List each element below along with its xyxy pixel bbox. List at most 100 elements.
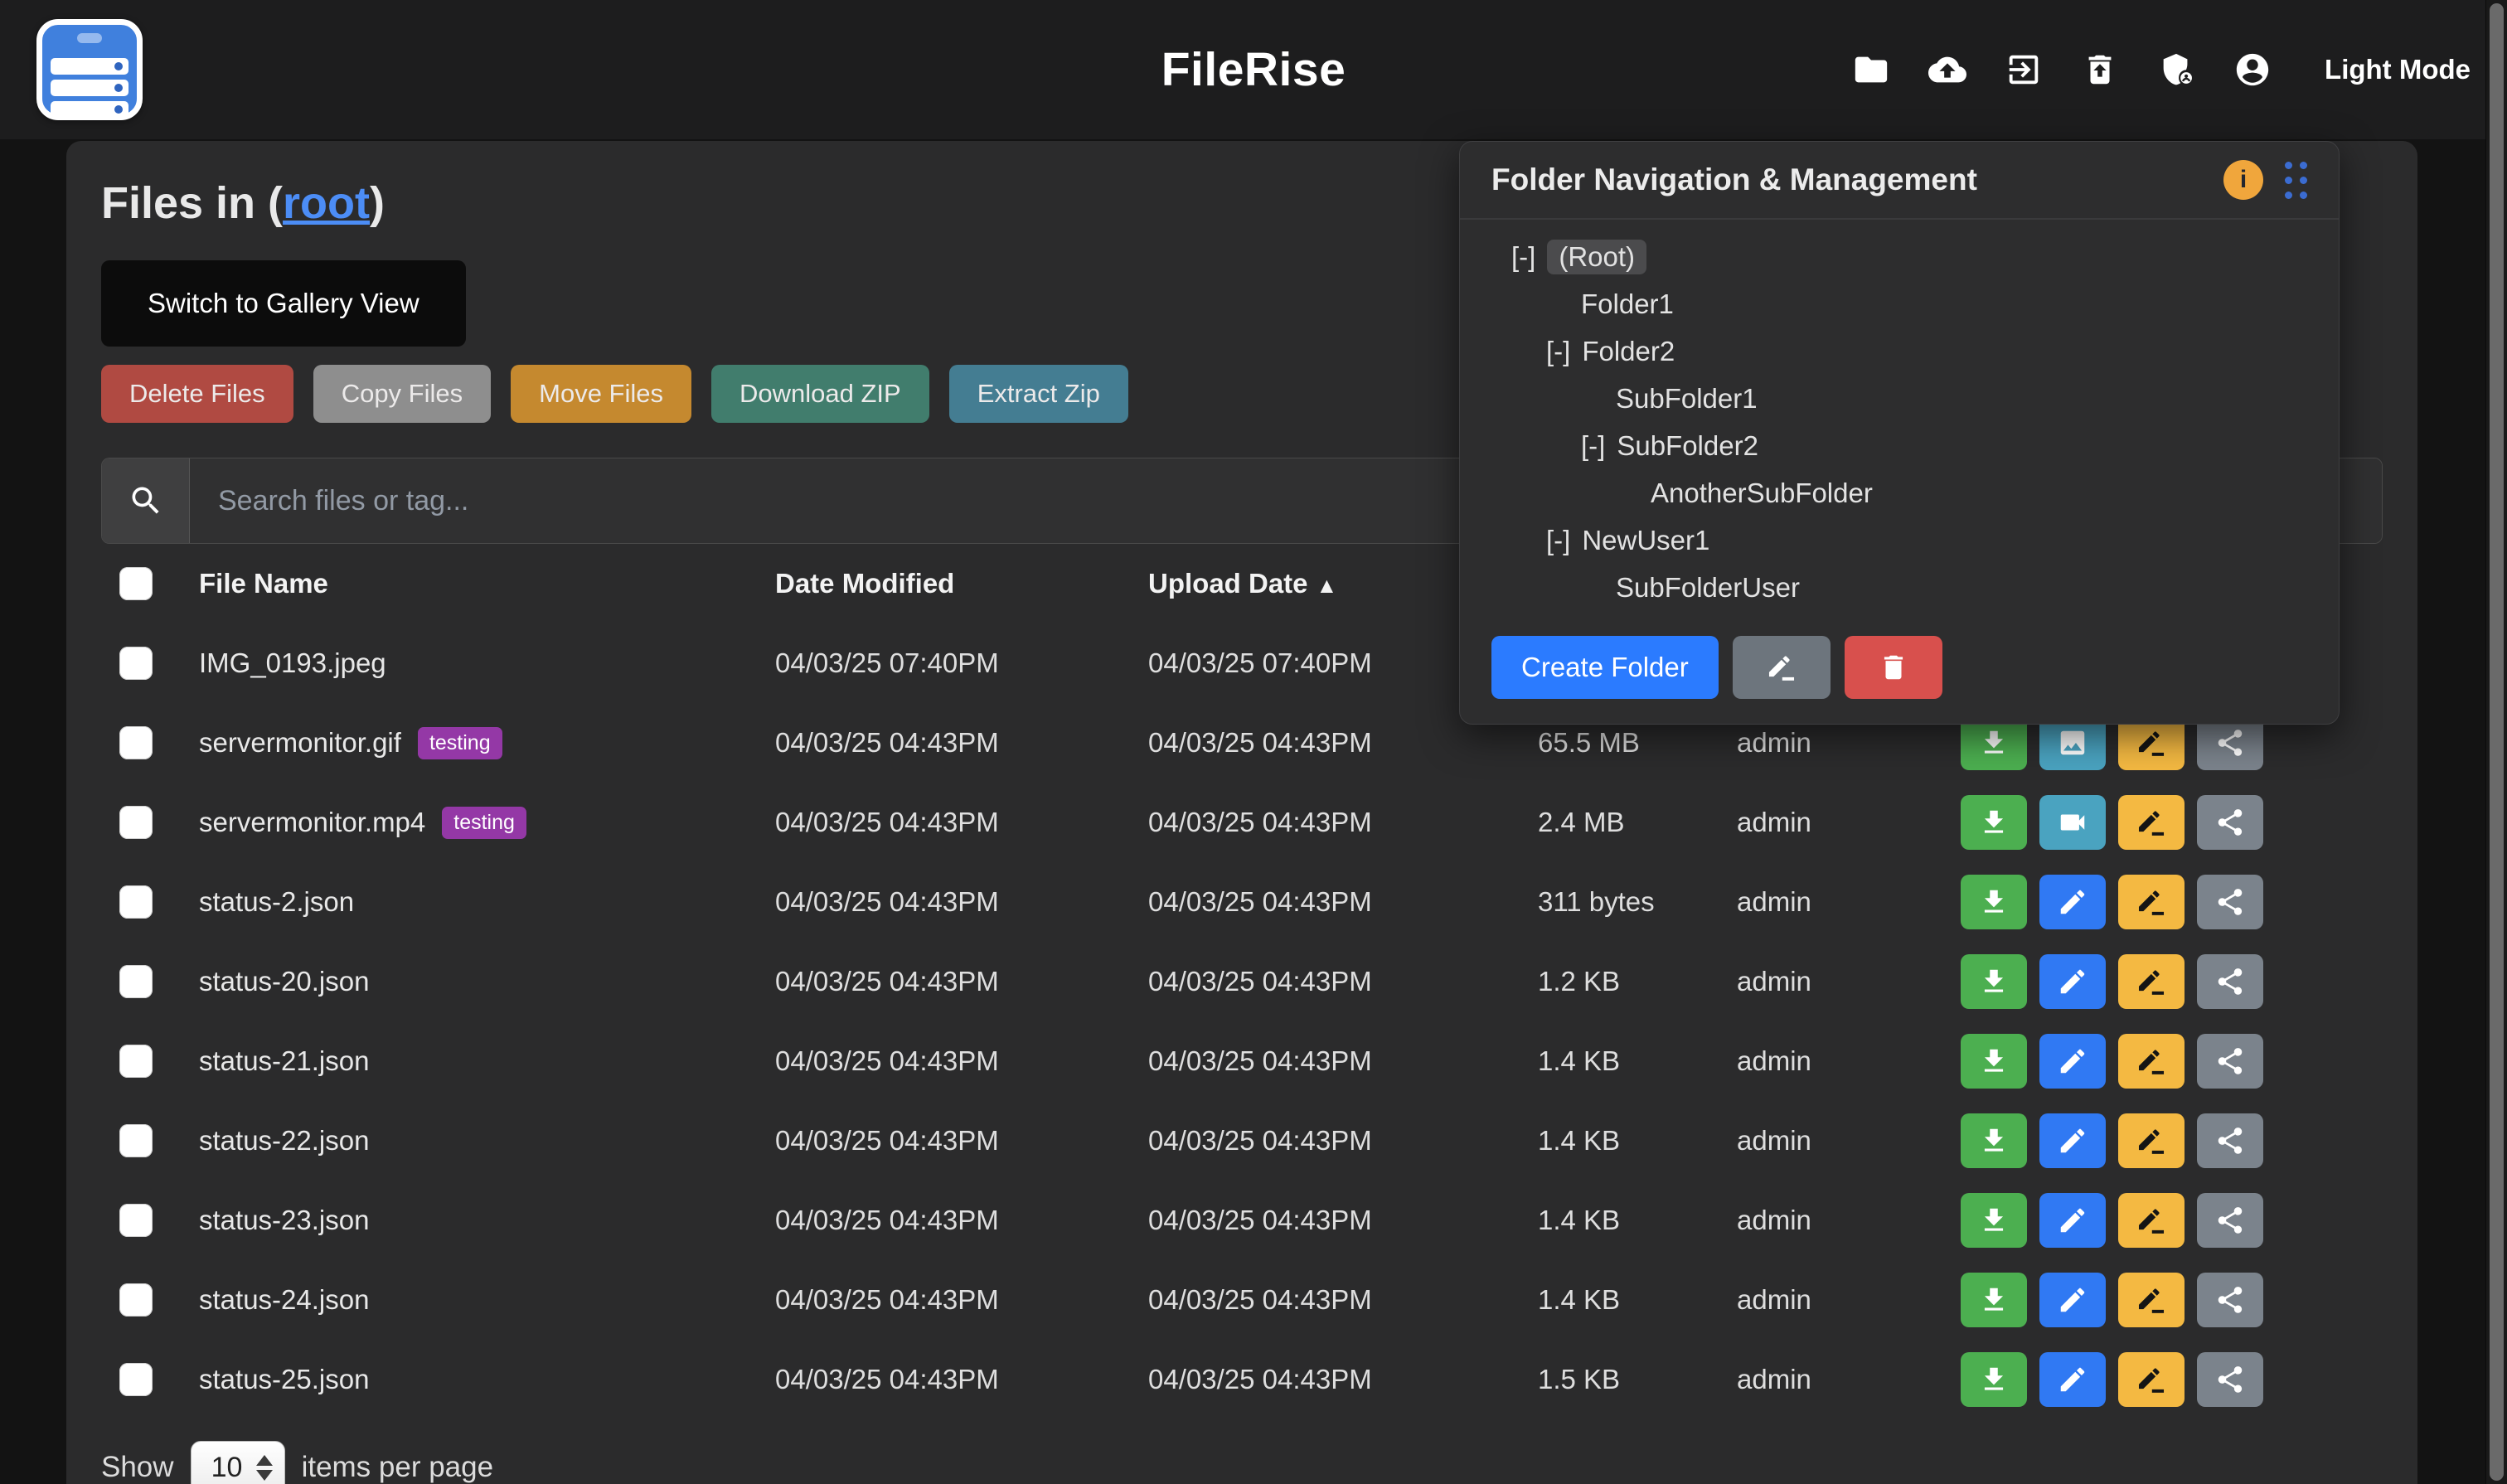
file-row: status-20.json04/03/25 04:43PM04/03/25 0… (101, 942, 2383, 1021)
tree-item-folder2[interactable]: [-]Folder2 (1486, 327, 2339, 375)
download-button[interactable] (1961, 1352, 2027, 1407)
row-checkbox[interactable] (119, 1124, 153, 1157)
delete-folder-button[interactable] (1845, 636, 1942, 699)
switch-gallery-view-button[interactable]: Switch to Gallery View (101, 260, 466, 347)
info-icon[interactable]: i (2223, 160, 2263, 200)
download-button[interactable] (1961, 1193, 2027, 1248)
upload-date-cell: 04/03/25 04:43PM (1148, 886, 1538, 918)
theme-toggle[interactable]: Light Mode (2325, 54, 2471, 85)
tree-item-subfolder2[interactable]: [-]SubFolder2 (1486, 422, 2339, 469)
file-name: IMG_0193.jpeg (199, 647, 386, 679)
create-folder-button[interactable]: Create Folder (1491, 636, 1719, 699)
row-checkbox[interactable] (119, 1204, 153, 1237)
copy-files-button[interactable]: Copy Files (313, 365, 491, 423)
select-all-checkbox[interactable] (119, 567, 153, 600)
app-logo-icon[interactable] (36, 19, 143, 120)
row-checkbox[interactable] (119, 647, 153, 680)
top-bar: FileRise Light Mode (0, 0, 2507, 139)
share-button[interactable] (2197, 1352, 2263, 1407)
tree-item-subfolderuser[interactable]: SubFolderUser (1486, 564, 2339, 611)
col-header-date-modified[interactable]: Date Modified (775, 568, 1148, 599)
date-modified-cell: 04/03/25 04:43PM (775, 966, 1148, 997)
drag-handle-icon[interactable] (2285, 162, 2307, 199)
file-size-cell: 311 bytes (1538, 886, 1737, 918)
tree-item-label: SubFolder1 (1616, 383, 1758, 415)
upload-date-cell: 04/03/25 04:43PM (1148, 1045, 1538, 1077)
row-checkbox[interactable] (119, 1363, 153, 1396)
rename-button[interactable] (2118, 875, 2185, 929)
row-checkbox[interactable] (119, 1045, 153, 1078)
items-per-page-select[interactable]: 10 (191, 1441, 285, 1484)
account-icon[interactable] (2233, 51, 2272, 89)
tree-collapse-icon[interactable]: [-] (1546, 525, 1570, 556)
rename-folder-button[interactable] (1733, 636, 1831, 699)
share-button[interactable] (2197, 954, 2263, 1009)
download-button[interactable] (1961, 1113, 2027, 1168)
edit-button[interactable] (2039, 954, 2106, 1009)
extract-zip-button[interactable]: Extract Zip (949, 365, 1128, 423)
select-stepper-icon (256, 1455, 273, 1481)
rename-button[interactable] (2118, 1193, 2185, 1248)
restore-trash-icon[interactable] (2081, 51, 2119, 89)
share-button[interactable] (2197, 1273, 2263, 1327)
tree-collapse-icon[interactable]: [-] (1546, 336, 1570, 367)
row-checkbox[interactable] (119, 726, 153, 759)
folder-icon[interactable] (1852, 51, 1890, 89)
download-button[interactable] (1961, 795, 2027, 850)
col-header-file-name[interactable]: File Name (199, 568, 775, 599)
tree-item-newuser1[interactable]: [-] NewUser1 (1486, 516, 2339, 564)
edit-button[interactable] (2039, 1193, 2106, 1248)
tree-item-folder1[interactable]: Folder1 (1486, 280, 2339, 327)
download-button[interactable] (1961, 954, 2027, 1009)
file-row: status-23.json04/03/25 04:43PM04/03/25 0… (101, 1181, 2383, 1260)
rename-button[interactable] (2118, 1273, 2185, 1327)
row-checkbox[interactable] (119, 885, 153, 919)
cloud-upload-icon[interactable] (1928, 51, 1966, 89)
share-button[interactable] (2197, 1034, 2263, 1089)
file-size-cell: 1.2 KB (1538, 966, 1737, 997)
scrollbar-thumb[interactable] (2490, 3, 2504, 1481)
share-button[interactable] (2197, 1193, 2263, 1248)
logo-bar (51, 101, 129, 118)
rename-button[interactable] (2118, 1113, 2185, 1168)
row-checkbox[interactable] (119, 965, 153, 998)
rename-button[interactable] (2118, 1352, 2185, 1407)
share-button[interactable] (2197, 795, 2263, 850)
edit-button[interactable] (2039, 1113, 2106, 1168)
tree-item-subfolder1[interactable]: SubFolder1 (1486, 375, 2339, 422)
rename-button[interactable] (2118, 795, 2185, 850)
tree-item-label: NewUser1 (1582, 525, 1709, 556)
tree-item-root[interactable]: [-](Root) (1486, 233, 2339, 280)
pager-label-before: Show (101, 1451, 174, 1484)
edit-button[interactable] (2039, 1273, 2106, 1327)
preview-video-button[interactable] (2039, 795, 2106, 850)
current-folder-link[interactable]: root (283, 178, 370, 228)
file-name: status-2.json (199, 886, 354, 918)
uploader-cell: admin (1737, 1364, 1961, 1395)
row-checkbox[interactable] (119, 1283, 153, 1317)
rename-button[interactable] (2118, 1034, 2185, 1089)
edit-button[interactable] (2039, 1352, 2106, 1407)
shield-user-icon[interactable] (2157, 51, 2195, 89)
edit-button[interactable] (2039, 1034, 2106, 1089)
edit-button[interactable] (2039, 875, 2106, 929)
download-button[interactable] (1961, 1273, 2027, 1327)
download-button[interactable] (1961, 1034, 2027, 1089)
logout-icon[interactable] (2005, 51, 2043, 89)
tree-collapse-icon[interactable]: [-] (1581, 430, 1605, 462)
share-button[interactable] (2197, 1113, 2263, 1168)
row-checkbox[interactable] (119, 806, 153, 839)
share-button[interactable] (2197, 875, 2263, 929)
upload-date-cell: 04/03/25 04:43PM (1148, 966, 1538, 997)
tree-collapse-icon[interactable]: [-] (1511, 241, 1535, 273)
download-zip-button[interactable]: Download ZIP (711, 365, 929, 423)
delete-files-button[interactable]: Delete Files (101, 365, 293, 423)
download-button[interactable] (1961, 875, 2027, 929)
tree-item-anothersubfolder[interactable]: AnotherSubFolder (1486, 469, 2339, 516)
folder-tree: [-](Root)Folder1[-]Folder2SubFolder1[-]S… (1460, 220, 2339, 611)
move-files-button[interactable]: Move Files (511, 365, 691, 423)
app-title: FileRise (1161, 42, 1346, 97)
file-size-cell: 65.5 MB (1538, 727, 1737, 759)
rename-button[interactable] (2118, 954, 2185, 1009)
file-name: status-21.json (199, 1045, 369, 1077)
